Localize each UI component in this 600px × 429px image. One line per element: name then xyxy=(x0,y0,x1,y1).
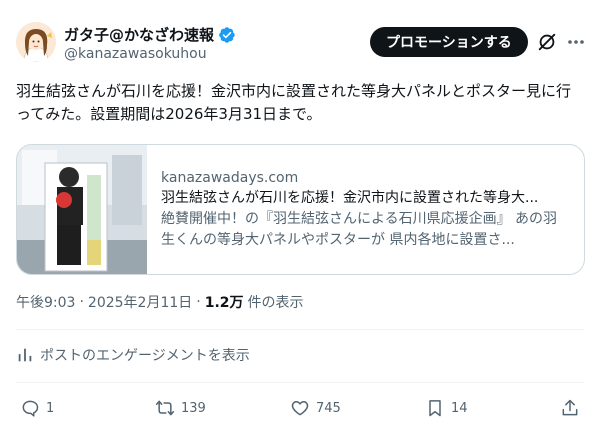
meta-separator: · xyxy=(79,294,84,310)
promote-button[interactable]: プロモーションする xyxy=(370,27,528,57)
bookmark-icon xyxy=(429,400,441,417)
grok-slash-icon[interactable] xyxy=(536,31,558,53)
engagement-label: ポストのエンゲージメントを表示 xyxy=(40,348,250,364)
reply-icon xyxy=(22,400,39,417)
tweet-date[interactable]: 2025年2月11日 xyxy=(88,292,192,312)
heart-icon xyxy=(291,401,309,416)
card-body: kanazawadays.com 羽生結弦さんが石川を応援！金沢市内に設置された… xyxy=(147,145,584,274)
card-description: 絶賛開催中！の『羽生結弦さんによる石川県応援企画』 あの羽生くんの等身大パネルや… xyxy=(161,211,558,248)
author-handle[interactable]: @kanazawasokuhou xyxy=(64,46,207,62)
card-domain: kanazawadays.com xyxy=(161,170,299,186)
views-count: 1.2万 xyxy=(204,295,244,311)
like-button[interactable]: 745 xyxy=(290,392,341,424)
repost-button[interactable]: 139 xyxy=(155,392,206,424)
repost-count: 139 xyxy=(181,400,206,416)
like-count: 745 xyxy=(316,400,341,416)
reply-button[interactable]: 1 xyxy=(20,392,54,424)
share-button[interactable] xyxy=(560,392,580,424)
analytics-icon xyxy=(18,348,32,362)
divider xyxy=(16,329,584,330)
verified-badge-icon[interactable] xyxy=(218,26,236,44)
author-name-row: ガタ子@かなざわ速報 xyxy=(64,24,236,45)
more-icon[interactable] xyxy=(566,32,586,52)
link-preview-card[interactable]: kanazawadays.com 羽生結弦さんが石川を応援！金沢市内に設置された… xyxy=(16,144,585,275)
share-icon xyxy=(562,399,578,416)
tweet-text: 羽生結弦さんが石川を応援！金沢市内に設置された等身大パネルとポスター見に行ってみ… xyxy=(16,82,572,123)
action-bar: 1 139 745 14 xyxy=(0,392,600,424)
reply-count: 1 xyxy=(46,400,55,416)
tweet-time[interactable]: 午後9:03 xyxy=(16,292,75,312)
meta-separator: · xyxy=(196,294,201,310)
card-thumbnail xyxy=(17,145,147,274)
avatar[interactable] xyxy=(16,22,56,62)
views-label: 件の表示 xyxy=(247,295,304,311)
divider xyxy=(16,382,584,383)
card-title: 羽生結弦さんが石川を応援！金沢市内に設置された等身大... xyxy=(161,190,539,206)
view-engagement-link[interactable]: ポストのエンゲージメントを表示 xyxy=(16,345,250,365)
bookmark-button[interactable]: 14 xyxy=(425,392,468,424)
avatar-illustration xyxy=(16,22,56,62)
repost-icon xyxy=(155,400,175,416)
display-name[interactable]: ガタ子@かなざわ速報 xyxy=(64,24,214,45)
bookmark-count: 14 xyxy=(451,400,468,416)
tweet-meta: 午後9:03 · 2025年2月11日 · 1.2万 件の表示 xyxy=(16,292,304,312)
